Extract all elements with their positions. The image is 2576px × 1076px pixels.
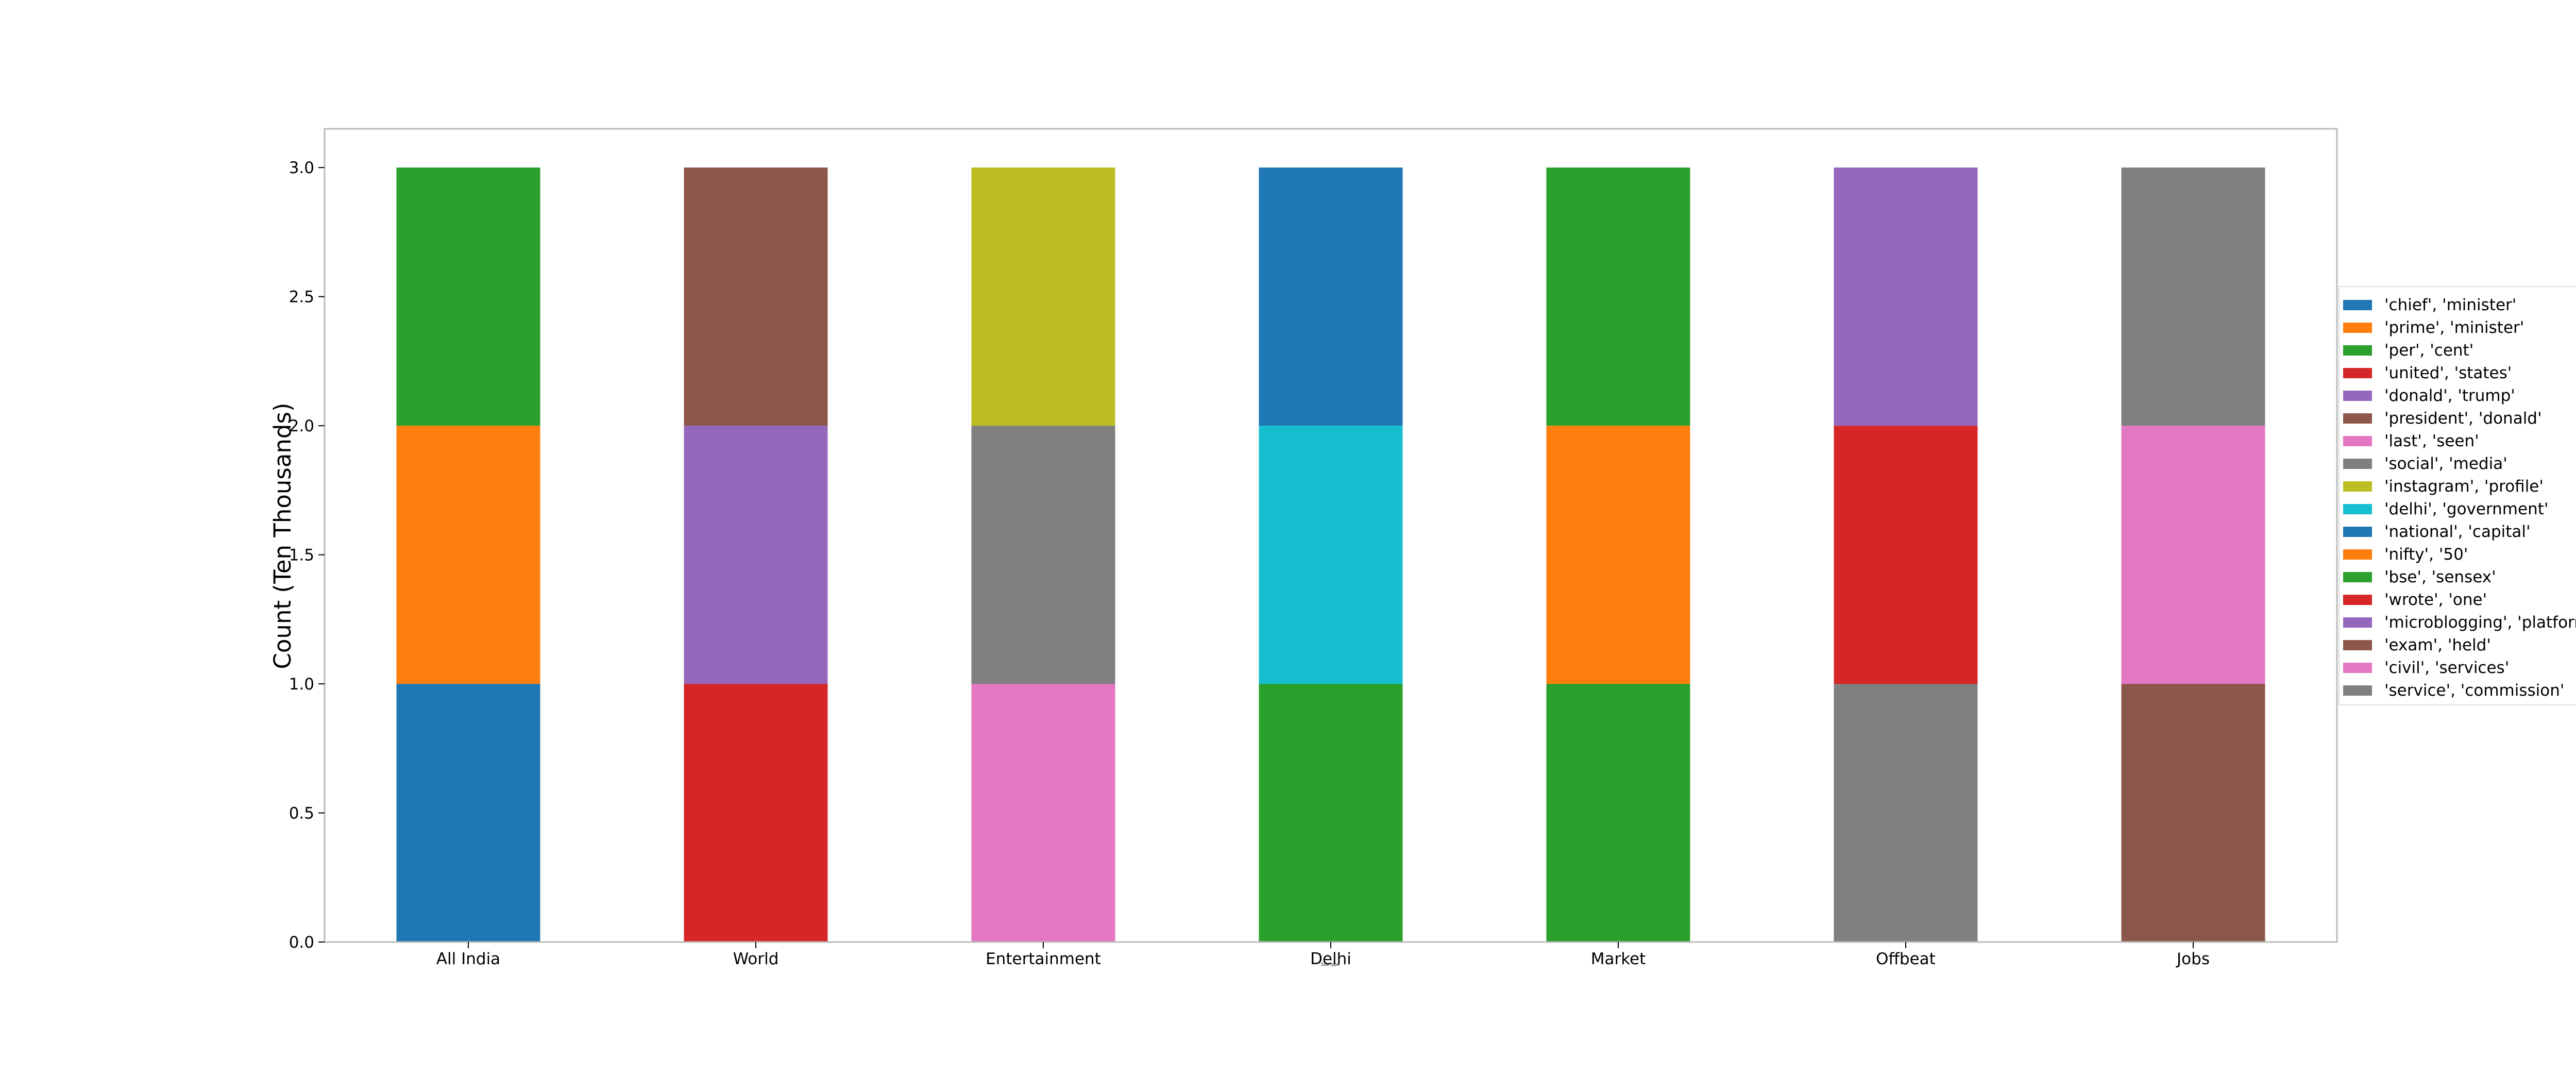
legend-swatch — [2343, 368, 2372, 378]
legend-label: 'delhi', 'government' — [2384, 500, 2548, 518]
legend-swatch — [2343, 481, 2372, 492]
legend-label: 'chief', 'minister' — [2384, 296, 2516, 314]
y-tick-label: 3.0 — [289, 159, 314, 177]
legend-swatch — [2343, 459, 2372, 469]
y-tick-label: 2.5 — [289, 288, 314, 307]
legend-label: 'donald', 'trump' — [2384, 386, 2515, 405]
legend-swatch — [2343, 504, 2372, 514]
legend-swatch — [2343, 640, 2372, 650]
x-tick-label: Entertainment — [986, 950, 1101, 968]
x-tick-label: Market — [1591, 950, 1646, 968]
bar-segment-3-2 — [971, 426, 1115, 684]
y-axis-title: Count (Ten Thousands) — [269, 402, 296, 669]
bar-segment-6-3 — [1834, 167, 1978, 426]
x-tick-label: All India — [436, 950, 500, 968]
legend-swatch — [2343, 527, 2372, 537]
legend-label: 'exam', 'held' — [2384, 636, 2491, 654]
bar-segment-1-1 — [396, 684, 540, 942]
bar-segment-7-2 — [2121, 426, 2265, 684]
legend-swatch — [2343, 595, 2372, 605]
bar-segment-2-2 — [684, 426, 828, 684]
bar-segment-4-1 — [1259, 684, 1403, 942]
legend-swatch — [2343, 323, 2372, 333]
legend-label: 'social', 'media' — [2384, 455, 2507, 473]
bar-segment-6-2 — [1834, 426, 1978, 684]
y-tick-label: 0.0 — [289, 933, 314, 952]
legend-label: 'national', 'capital' — [2384, 523, 2531, 541]
bar-segment-6-1 — [1834, 684, 1978, 942]
bar-segment-2-1 — [684, 684, 828, 942]
legend-swatch — [2343, 663, 2372, 673]
bars-layer — [396, 167, 2265, 942]
bar-segment-3-1 — [971, 684, 1115, 942]
bar-segment-4-2 — [1259, 426, 1403, 684]
legend-swatch — [2343, 413, 2372, 424]
legend-swatch — [2343, 436, 2372, 446]
legend-swatch — [2343, 572, 2372, 582]
bar-segment-4-3 — [1259, 167, 1403, 426]
legend-label: 'civil', 'services' — [2384, 659, 2509, 677]
bar-segment-5-1 — [1546, 684, 1690, 942]
x-axis-title: Sub type — [1321, 962, 1340, 967]
bar-segment-1-3 — [396, 167, 540, 426]
legend-swatch — [2343, 391, 2372, 401]
legend-label: 'service', 'commission' — [2384, 681, 2564, 700]
legend-label: 'microblogging', 'platform' — [2384, 613, 2576, 632]
bar-segment-5-2 — [1546, 426, 1690, 684]
legend-swatch — [2343, 549, 2372, 560]
bar-segment-1-2 — [396, 426, 540, 684]
legend-label: 'last', 'seen' — [2384, 432, 2479, 450]
legend-label: 'prime', 'minister' — [2384, 318, 2524, 337]
bar-segment-3-3 — [971, 167, 1115, 426]
legend-label: 'bse', 'sensex' — [2384, 568, 2496, 586]
legend-label: 'united', 'states' — [2384, 364, 2512, 382]
legend-label: 'president', 'donald' — [2384, 409, 2542, 428]
bar-segment-7-3 — [2121, 167, 2265, 426]
legend-swatch — [2343, 345, 2372, 356]
legend-swatch — [2343, 617, 2372, 628]
y-tick-label: 0.5 — [289, 804, 314, 823]
x-tick-label: Offbeat — [1876, 950, 1936, 968]
bar-segment-5-3 — [1546, 167, 1690, 426]
legend-swatch — [2343, 300, 2372, 310]
y-tick-label: 1.0 — [289, 675, 314, 694]
x-tick-label: World — [733, 950, 779, 968]
legend-label: 'per', 'cent' — [2384, 341, 2473, 360]
legend-label: 'instagram', 'profile' — [2384, 477, 2544, 496]
legend-swatch — [2343, 685, 2372, 696]
bar-segment-7-1 — [2121, 684, 2265, 942]
bar-segment-2-3 — [684, 167, 828, 426]
stacked-bar-chart: 0.00.51.01.52.02.53.0 All India World Ente… — [269, 128, 2576, 968]
legend: 'chief', 'minister' 'prime', 'minister' 'p… — [2338, 286, 2576, 705]
legend-label: 'wrote', 'one' — [2384, 591, 2487, 609]
x-tick-label: Jobs — [2176, 950, 2210, 968]
legend-label: 'nifty', '50' — [2384, 545, 2468, 564]
